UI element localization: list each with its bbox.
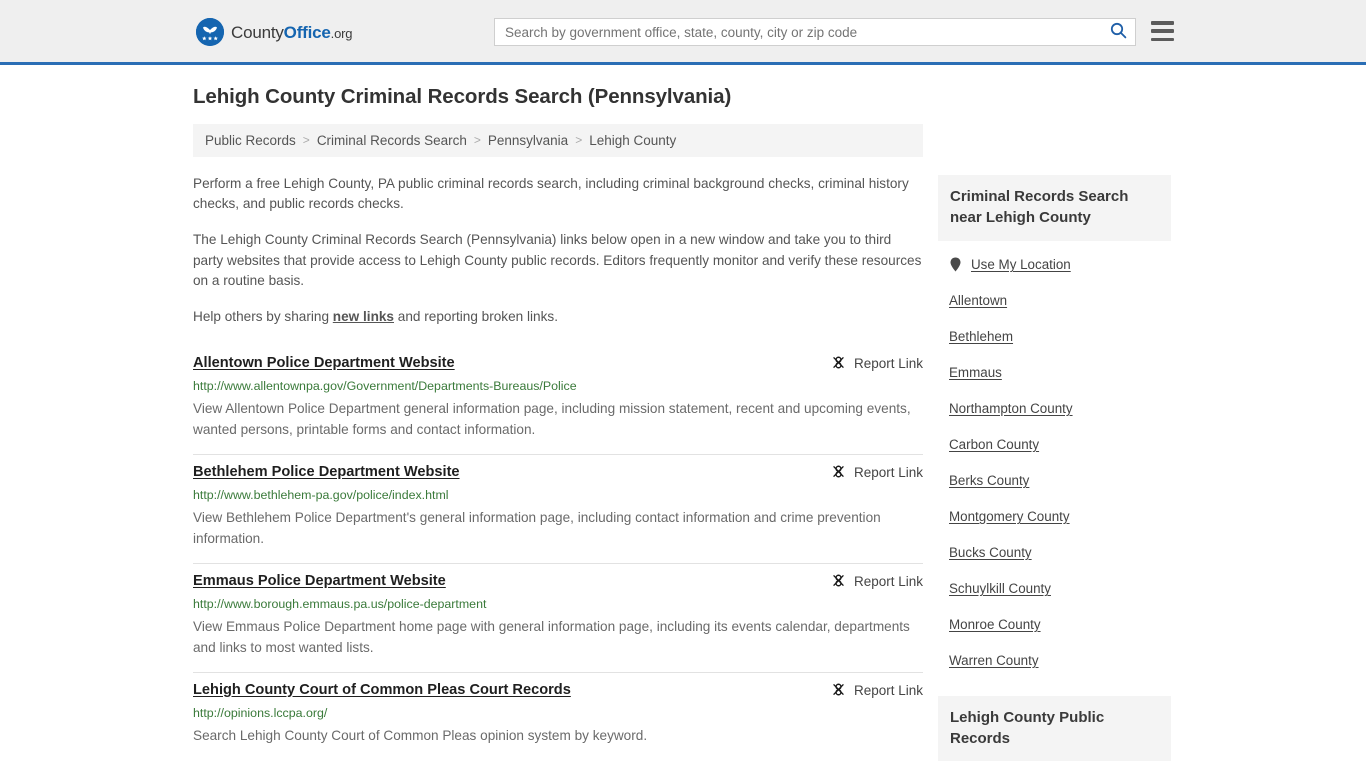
- result-title-link[interactable]: Allentown Police Department Website: [193, 354, 455, 373]
- sidebar-item-berks-county[interactable]: Berks County: [949, 463, 1171, 499]
- result-header: Bethlehem Police Department Website Repo…: [193, 463, 923, 482]
- result-description: Search Lehigh County Court of Common Ple…: [193, 728, 648, 744]
- brand-part-county: County: [231, 22, 284, 42]
- sidebar-link-label[interactable]: Use My Location: [971, 257, 1071, 272]
- breadcrumb-separator-icon: >: [302, 133, 310, 148]
- sidebar: Criminal Records Search near Lehigh Coun…: [938, 175, 1171, 768]
- result-item: Allentown Police Department Website Repo…: [193, 348, 923, 454]
- page-body: Lehigh County Criminal Records Search (P…: [0, 65, 1366, 765]
- result-url[interactable]: http://www.allentownpa.gov/Government/De…: [193, 379, 923, 394]
- search-button[interactable]: [1101, 19, 1135, 45]
- brand-part-office: Office: [283, 22, 331, 42]
- sidebar-link-label[interactable]: Carbon County: [949, 437, 1039, 452]
- result-item: Lehigh County Court of Common Pleas Cour…: [193, 671, 923, 760]
- result-url[interactable]: http://www.borough.emmaus.pa.us/police-d…: [193, 597, 923, 612]
- hamburger-bar-1: [1151, 21, 1174, 25]
- report-link-button[interactable]: Report Link: [831, 354, 923, 373]
- sidebar-item-warren-county[interactable]: Warren County: [949, 643, 1171, 679]
- intro-paragraph-2: The Lehigh County Criminal Records Searc…: [193, 231, 922, 289]
- result-description: View Bethlehem Police Department's gener…: [193, 510, 881, 547]
- site-logo[interactable]: CountyOffice.org: [196, 18, 352, 46]
- intro-text: Perform a free Lehigh County, PA public …: [193, 174, 923, 328]
- result-title-link[interactable]: Bethlehem Police Department Website: [193, 463, 460, 482]
- breadcrumb-item-pennsylvania[interactable]: Pennsylvania: [488, 133, 568, 148]
- result-item: Emmaus Police Department Website Report …: [193, 562, 923, 672]
- search-bar: [494, 18, 1136, 46]
- sidebar-item-bucks-county[interactable]: Bucks County: [949, 535, 1171, 571]
- sidebar-item-schuylkill-county[interactable]: Schuylkill County: [949, 571, 1171, 607]
- sidebar-link-label[interactable]: Allentown: [949, 293, 1007, 308]
- result-title-link[interactable]: Lehigh County Court of Common Pleas Cour…: [193, 681, 571, 700]
- county-office-seal-icon: [196, 18, 224, 46]
- result-description: View Allentown Police Department general…: [193, 401, 911, 438]
- breadcrumb-separator-icon: >: [473, 133, 481, 148]
- map-pin-icon: [949, 257, 962, 273]
- site-header: CountyOffice.org: [0, 0, 1366, 65]
- main-content: Lehigh County Criminal Records Search (P…: [193, 85, 923, 759]
- sidebar-link-label[interactable]: Warren County: [949, 653, 1039, 668]
- sidebar-nearby-box: Criminal Records Search near Lehigh Coun…: [938, 175, 1171, 679]
- sidebar-item-carbon-county[interactable]: Carbon County: [949, 427, 1171, 463]
- results-list: Allentown Police Department Website Repo…: [193, 348, 923, 760]
- hamburger-bar-2: [1151, 29, 1174, 33]
- sidebar-item-use-my-location[interactable]: Use My Location: [949, 247, 1171, 283]
- search-icon: [1110, 22, 1127, 42]
- sidebar-nearby-heading: Criminal Records Search near Lehigh Coun…: [938, 175, 1171, 241]
- report-link-label: Report Link: [853, 683, 923, 699]
- result-url[interactable]: http://opinions.lccpa.org/: [193, 706, 923, 721]
- result-item: Bethlehem Police Department Website Repo…: [193, 453, 923, 563]
- intro-paragraph-3: Help others by sharing new links and rep…: [193, 307, 923, 328]
- sidebar-item-montgomery-county[interactable]: Montgomery County: [949, 499, 1171, 535]
- sidebar-link-label[interactable]: Emmaus: [949, 365, 1002, 380]
- sidebar-item-northampton-county[interactable]: Northampton County: [949, 391, 1171, 427]
- report-link-label: Report Link: [853, 356, 923, 372]
- sidebar-item-monroe-county[interactable]: Monroe County: [949, 607, 1171, 643]
- sidebar-public-records-heading: Lehigh County Public Records: [938, 695, 1171, 762]
- broken-link-icon: [831, 355, 846, 373]
- intro-p3-after: and reporting broken links.: [394, 308, 558, 324]
- sidebar-link-label[interactable]: Berks County: [949, 473, 1029, 488]
- report-link-button[interactable]: Report Link: [831, 463, 923, 482]
- sidebar-link-label[interactable]: Bethlehem: [949, 329, 1013, 344]
- sidebar-nearby-list: Use My Location Allentown Bethlehem Emma…: [938, 241, 1171, 679]
- menu-button[interactable]: [1151, 21, 1174, 41]
- intro-paragraph-1: Perform a free Lehigh County, PA public …: [193, 175, 909, 212]
- sidebar-item-allentown[interactable]: Allentown: [949, 283, 1171, 319]
- brand-part-tld: .org: [330, 25, 353, 41]
- breadcrumb: Public Records > Criminal Records Search…: [193, 123, 923, 157]
- sidebar-item-bethlehem[interactable]: Bethlehem: [949, 319, 1171, 355]
- report-link-button[interactable]: Report Link: [831, 572, 923, 591]
- broken-link-icon: [831, 682, 846, 700]
- sidebar-public-records-list: Arrest Records Search Court Records Sear…: [938, 761, 1171, 768]
- sidebar-public-records-box: Lehigh County Public Records Arrest Reco…: [938, 695, 1171, 768]
- result-title-link[interactable]: Emmaus Police Department Website: [193, 572, 446, 591]
- new-links-link[interactable]: new links: [333, 309, 394, 324]
- sidebar-link-label[interactable]: Monroe County: [949, 617, 1041, 632]
- result-header: Emmaus Police Department Website Report …: [193, 572, 923, 591]
- broken-link-icon: [831, 573, 846, 591]
- search-input[interactable]: [495, 19, 1101, 45]
- breadcrumb-item-public-records[interactable]: Public Records: [205, 133, 296, 148]
- breadcrumb-separator-icon: >: [575, 133, 583, 148]
- sidebar-link-label[interactable]: Northampton County: [949, 401, 1073, 416]
- result-header: Allentown Police Department Website Repo…: [193, 354, 923, 373]
- report-link-label: Report Link: [853, 465, 923, 481]
- hamburger-bar-3: [1151, 37, 1174, 41]
- brand-wordmark: CountyOffice.org: [231, 24, 352, 41]
- result-description: View Emmaus Police Department home page …: [193, 619, 910, 656]
- sidebar-link-label[interactable]: Montgomery County: [949, 509, 1070, 524]
- sidebar-item-emmaus[interactable]: Emmaus: [949, 355, 1171, 391]
- report-link-button[interactable]: Report Link: [831, 681, 923, 700]
- sidebar-link-label[interactable]: Bucks County: [949, 545, 1032, 560]
- result-header: Lehigh County Court of Common Pleas Cour…: [193, 681, 923, 700]
- intro-p3-before: Help others by sharing: [193, 308, 333, 324]
- breadcrumb-item-criminal-records-search[interactable]: Criminal Records Search: [317, 133, 467, 148]
- page-title: Lehigh County Criminal Records Search (P…: [193, 85, 732, 108]
- sidebar-link-label[interactable]: Schuylkill County: [949, 581, 1051, 596]
- broken-link-icon: [831, 464, 846, 482]
- result-url[interactable]: http://www.bethlehem-pa.gov/police/index…: [193, 488, 923, 503]
- breadcrumb-item-lehigh-county[interactable]: Lehigh County: [589, 133, 676, 148]
- report-link-label: Report Link: [853, 574, 923, 590]
